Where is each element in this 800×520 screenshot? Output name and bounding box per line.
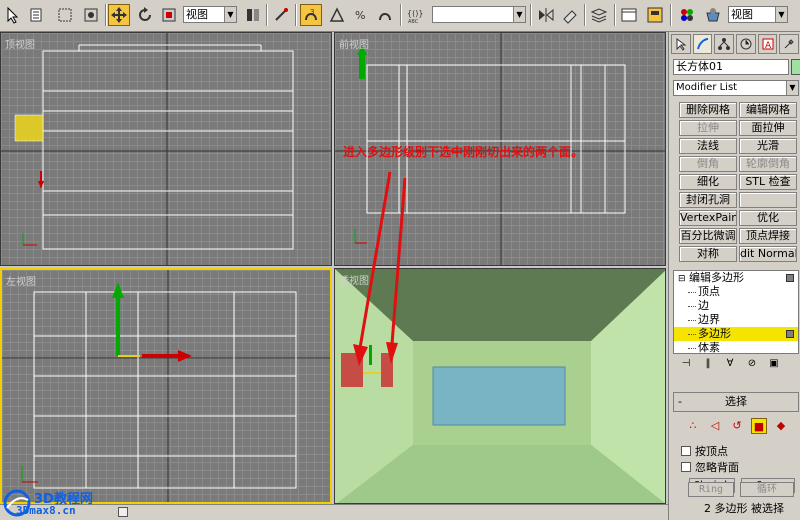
- annotation-arrows: [353, 171, 407, 366]
- watermark-url: 3Dmax8.cn: [16, 504, 76, 517]
- annotation-text: 进入多边形级别下选中刚刚切出来的两个面。: [343, 145, 584, 159]
- watermark: 3D教程网 3Dmax8.cn: [2, 486, 112, 520]
